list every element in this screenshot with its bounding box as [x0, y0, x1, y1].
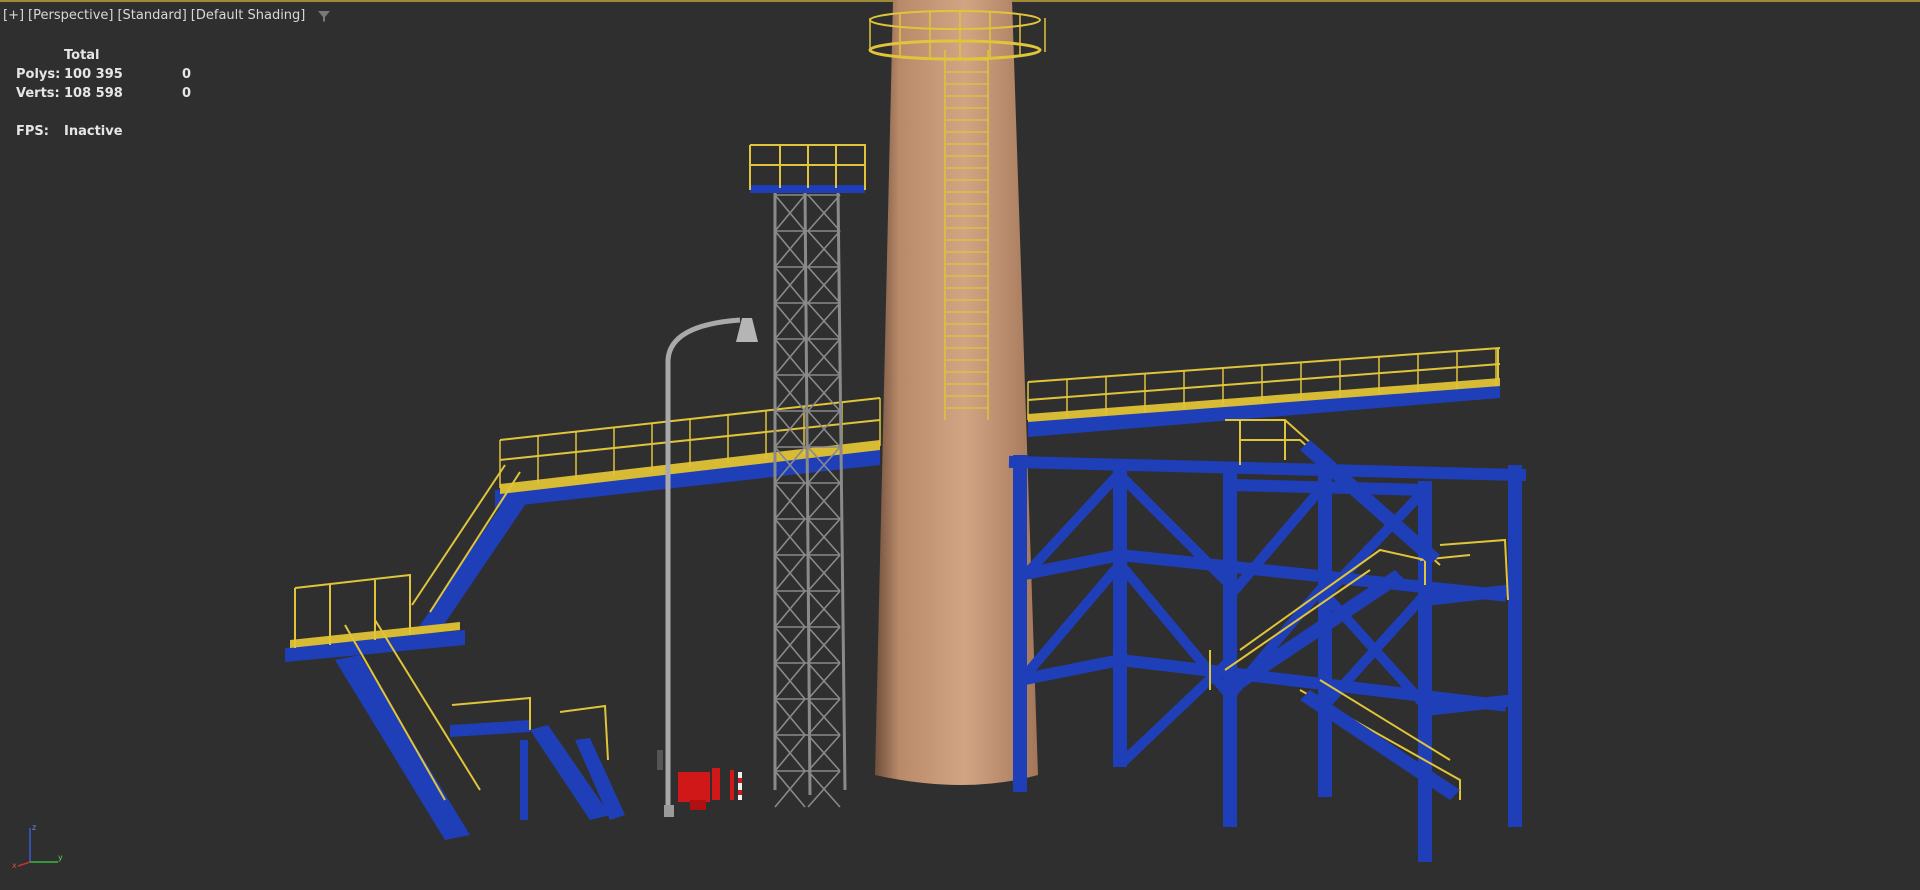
axis-tripod-icon: z y x	[12, 823, 63, 870]
funnel-icon[interactable]	[317, 9, 331, 23]
axis-z-label: z	[32, 823, 36, 832]
viewport-standard-menu[interactable]: [Standard]	[117, 8, 186, 23]
stats-selected-value: 0	[182, 86, 192, 101]
axis-y-label: y	[58, 853, 63, 862]
right-walkway	[1027, 347, 1501, 437]
viewport-pov-menu[interactable]: [Perspective]	[28, 8, 113, 23]
stats-row-verts: Verts: 108 598 0	[16, 84, 222, 103]
viewport-statistics: Total Polys: 100 395 0 Verts: 108 598 0 …	[16, 46, 222, 141]
stats-total-value: 108 598	[64, 86, 123, 101]
stats-row-fps: FPS: Inactive	[16, 122, 222, 141]
fps-label: FPS:	[16, 124, 49, 139]
axis-x-label: x	[12, 861, 17, 870]
fps-value: Inactive	[64, 124, 123, 139]
stats-row-polys: Polys: 100 395 0	[16, 65, 222, 84]
viewport-scene[interactable]	[0, 0, 1920, 890]
viewport-label-bar: [+] [Perspective] [Standard] [Default Sh…	[3, 8, 331, 23]
stats-label: Polys:	[16, 67, 61, 82]
viewport-shading-menu[interactable]: [Default Shading]	[191, 8, 306, 23]
stats-total-value: 100 395	[64, 67, 123, 82]
viewport-general-menu[interactable]: [+]	[3, 8, 24, 23]
stats-label: Verts:	[16, 86, 60, 101]
street-lamp	[664, 317, 758, 817]
stats-selected-value: 0	[182, 67, 192, 82]
stats-header-total: Total	[64, 48, 100, 63]
